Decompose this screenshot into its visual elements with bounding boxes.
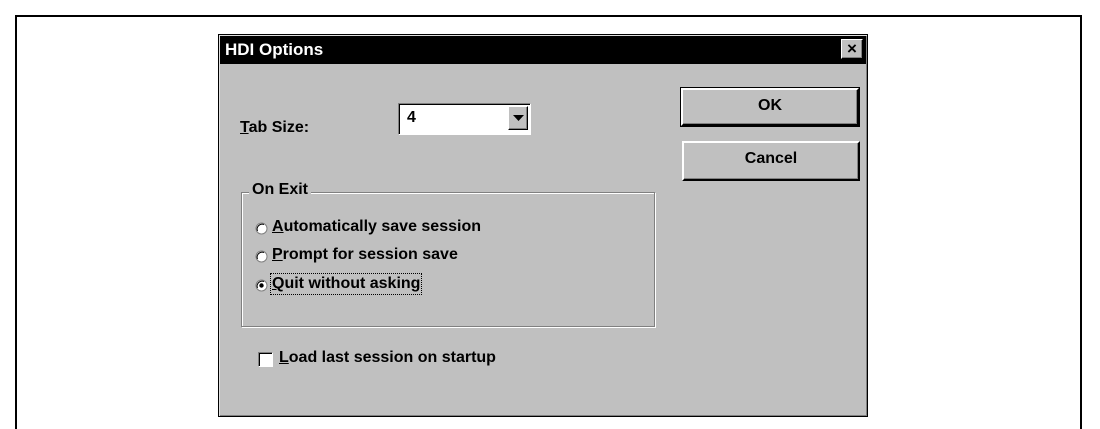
cancel-button[interactable]: Cancel: [682, 141, 860, 181]
radio-prompt-save[interactable]: [255, 250, 268, 263]
load-last-session-checkbox[interactable]: [258, 352, 273, 367]
load-last-session-label[interactable]: Load last session on startup: [279, 349, 496, 367]
radio-quit-label[interactable]: Quit without asking: [269, 273, 423, 295]
chevron-down-icon: [513, 115, 524, 121]
radio-prompt-save-label[interactable]: Prompt for session save: [272, 246, 458, 264]
tab-size-combobox[interactable]: 4: [398, 103, 531, 135]
close-button[interactable]: ×: [841, 39, 863, 59]
radio-quit[interactable]: [255, 279, 268, 292]
on-exit-label: On Exit: [249, 181, 312, 199]
close-icon: ×: [847, 39, 857, 58]
tab-size-label: Tab Size:: [240, 119, 310, 136]
radio-auto-save[interactable]: [255, 222, 268, 235]
ok-button[interactable]: OK: [680, 87, 860, 127]
tab-size-dropdown-button[interactable]: [508, 106, 528, 130]
hdi-options-dialog: HDI Options × Tab Size: 4 OK Cancel On E…: [218, 34, 868, 417]
dialog-title: HDI Options: [225, 40, 324, 59]
title-bar[interactable]: HDI Options ×: [220, 36, 866, 64]
tab-size-value: 4: [407, 109, 416, 126]
radio-auto-save-label[interactable]: Automatically save session: [272, 218, 481, 236]
radio-selected-dot: [259, 283, 264, 288]
